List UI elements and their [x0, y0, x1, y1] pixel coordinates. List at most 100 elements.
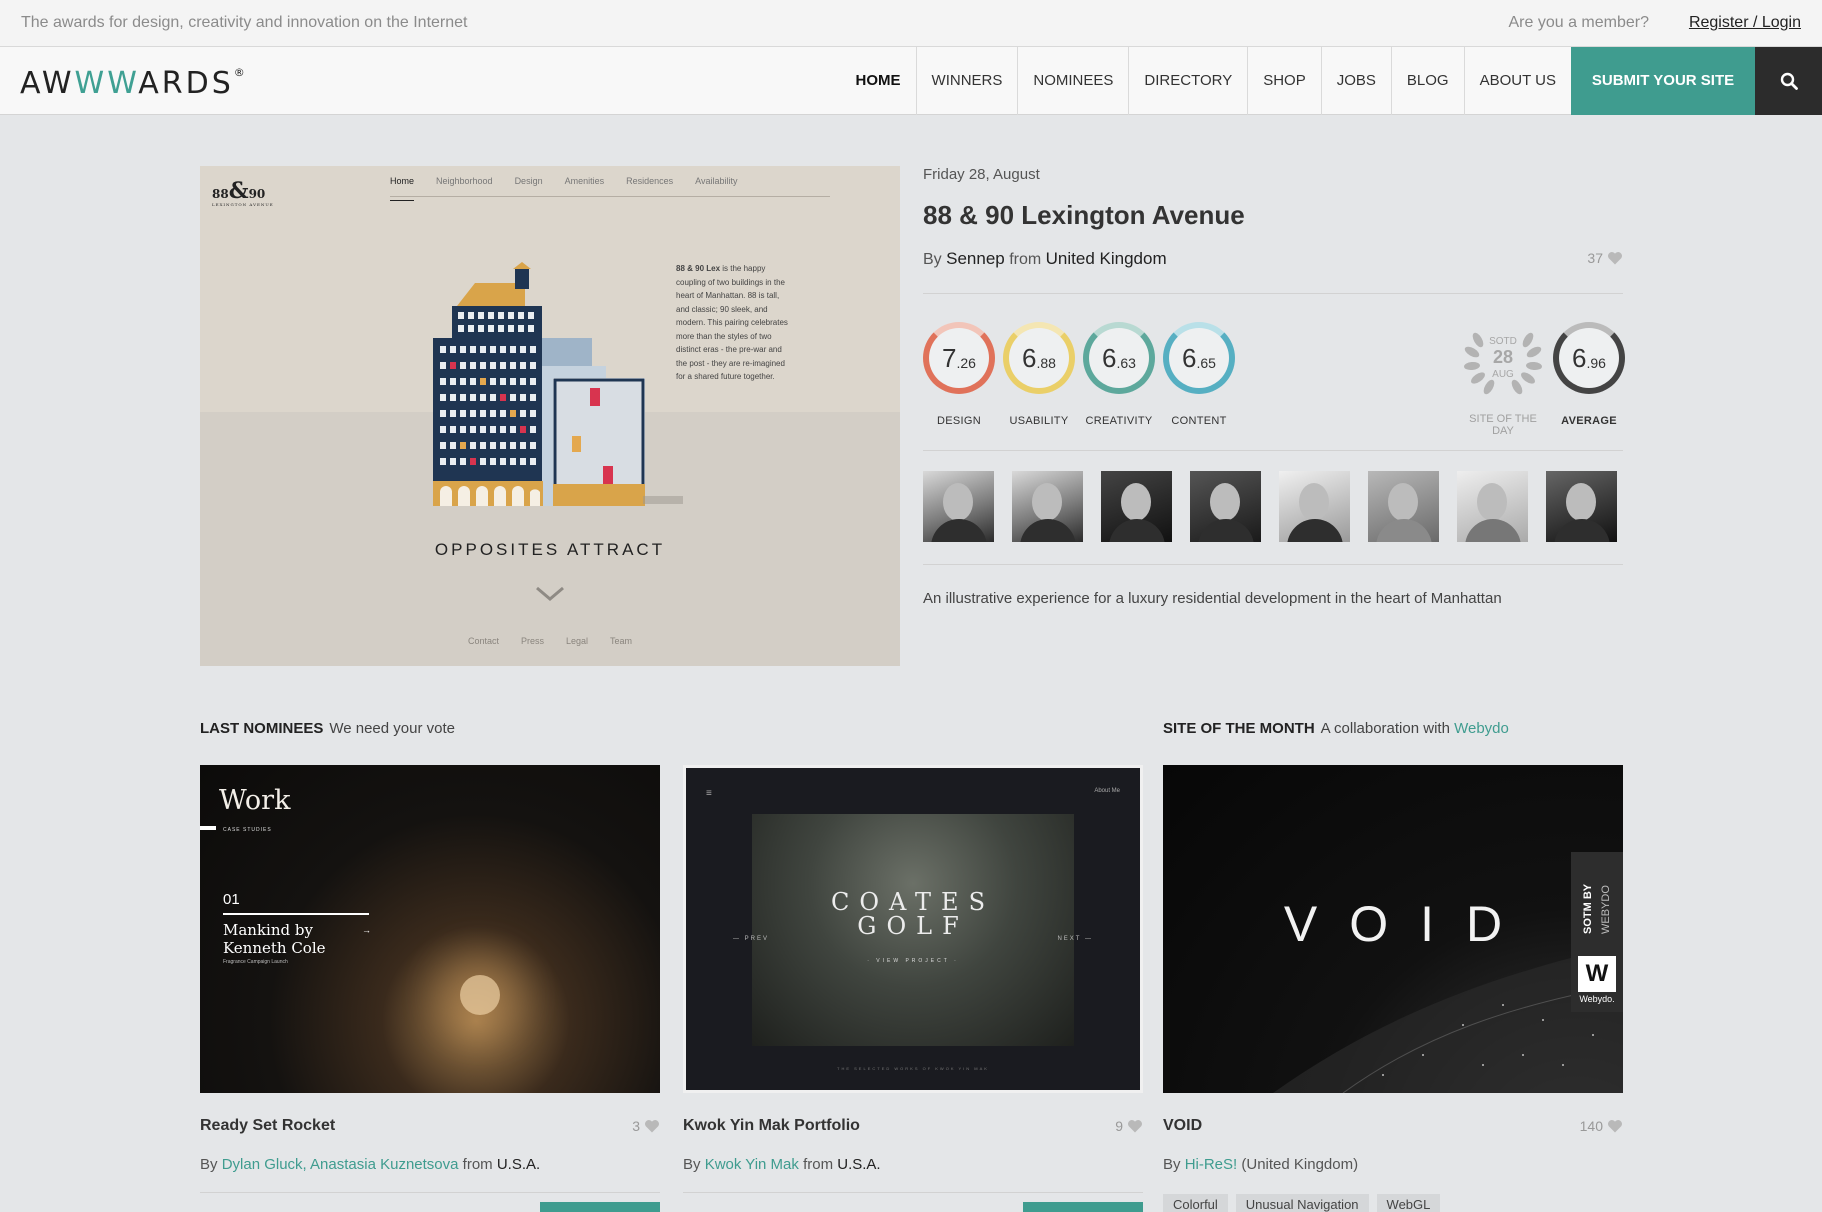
score-value: 7 [942, 342, 957, 373]
jury-avatar[interactable] [1012, 471, 1083, 542]
score-decimal: .88 [1036, 354, 1056, 371]
webydo-link[interactable]: Webydo [1454, 720, 1509, 737]
nav-home[interactable]: HOME [841, 47, 917, 115]
like-button[interactable]: 9 [1115, 1118, 1143, 1134]
sotd-top-text: SOTD [1489, 336, 1517, 347]
tag-list: Colorful Unusual Navigation WebGL [1163, 1194, 1441, 1212]
search-button[interactable] [1755, 47, 1822, 115]
by-label: By [200, 1156, 218, 1173]
nominee-byline: By Dylan Gluck, Anastasia Kuznetsova fro… [200, 1156, 540, 1173]
nav-blog[interactable]: BLOG [1392, 47, 1465, 115]
register-login-link[interactable]: Register / Login [1689, 14, 1801, 32]
jury-avatars [923, 471, 1617, 542]
nav-nominees[interactable]: NOMINEES [1018, 47, 1130, 115]
from-label: from [1009, 251, 1042, 268]
heart-icon [1128, 1120, 1142, 1133]
nav-directory[interactable]: DIRECTORY [1129, 47, 1249, 115]
tag[interactable]: WebGL [1376, 1194, 1441, 1212]
score-decimal: .96 [1586, 354, 1606, 371]
sotm-card: VOID SOTM BY WEBYDO W Webydo. VOID 140 B… [1163, 765, 1623, 1212]
jury-avatar[interactable] [1101, 471, 1172, 542]
nominee-name[interactable]: Ready Set Rocket [200, 1117, 335, 1135]
author-link[interactable]: Sennep [946, 249, 1005, 268]
score-label: CREATIVITY [1085, 415, 1153, 427]
thumb-bar [200, 826, 216, 830]
country-link[interactable]: U.S.A. [497, 1156, 540, 1173]
divider [683, 1192, 1143, 1193]
vote-button-strip[interactable] [540, 1202, 660, 1212]
screenshot-footer-link: Contact [467, 636, 499, 646]
nominee-thumbnail[interactable]: ≡ About Me COATES GOLF · VIEW PROJECT · —… [683, 765, 1143, 1093]
author-link[interactable]: Hi-ReS! [1185, 1156, 1238, 1173]
sotm-badge: SOTM BY WEBYDO W Webydo. [1571, 852, 1623, 1012]
member-prompt: Are you a member? [1508, 14, 1649, 31]
score-label: AVERAGE [1561, 415, 1617, 427]
vote-button-strip[interactable] [1023, 1202, 1143, 1212]
country-label: (United Kingdom) [1241, 1156, 1359, 1173]
score-label: USABILITY [1009, 415, 1069, 427]
sotm-name[interactable]: VOID [1163, 1117, 1202, 1135]
logo-text-pre: AW [20, 66, 75, 101]
score-decimal: .63 [1116, 354, 1136, 371]
sotd-day: 28 [1492, 347, 1514, 367]
site-title[interactable]: 88 & 90 Lexington Avenue [923, 200, 1245, 231]
jury-avatar[interactable] [1546, 471, 1617, 542]
thumb-about: About Me [1094, 788, 1120, 794]
tagline: The awards for design, creativity and in… [21, 14, 468, 31]
nav-jobs[interactable]: JOBS [1322, 47, 1392, 115]
jury-avatar[interactable] [1190, 471, 1261, 542]
award-date: Friday 28, August [923, 166, 1040, 183]
main-header: AWWWARDS® HOME WINNERS NOMINEES DIRECTOR… [0, 47, 1822, 115]
nominee-byline: By Kwok Yin Mak from U.S.A. [683, 1156, 881, 1173]
thumb-line [223, 913, 369, 915]
jury-avatar[interactable] [923, 471, 994, 542]
nav-about-us[interactable]: ABOUT US [1465, 47, 1571, 115]
score-design: 7.26 DESIGN [923, 322, 995, 427]
thumb-next: NEXT — [1057, 936, 1093, 942]
screenshot-blurb: 88 & 90 Lex is the happy coupling of two… [676, 262, 794, 384]
nominee-name[interactable]: Kwok Yin Mak Portfolio [683, 1117, 860, 1135]
awwwards-logo[interactable]: AWWWARDS® [20, 66, 248, 101]
like-count: 37 [1587, 250, 1603, 266]
tag[interactable]: Unusual Navigation [1235, 1194, 1369, 1212]
thumb-sub: CASE STUDIES [223, 827, 272, 833]
submit-your-site-button[interactable]: SUBMIT YOUR SITE [1571, 47, 1755, 115]
jury-avatar[interactable] [1457, 471, 1528, 542]
author-link[interactable]: Dylan Gluck, Anastasia Kuznetsova [222, 1156, 459, 1173]
thumb-inner: ≡ About Me COATES GOLF · VIEW PROJECT · —… [686, 768, 1140, 1090]
sotd-badge: SOTD 28 AUG SITE OF THE DAY [1460, 320, 1546, 437]
featured-site-screenshot[interactable]: 88&90 LEXINGTON AVENUE Home Neighborhood … [200, 166, 900, 666]
nav-winners[interactable]: WINNERS [917, 47, 1019, 115]
heart-icon [645, 1120, 659, 1133]
country-link[interactable]: United Kingdom [1046, 249, 1167, 268]
like-count: 9 [1115, 1118, 1123, 1134]
site-byline: By Sennep from United Kingdom [923, 249, 1167, 269]
tag[interactable]: Colorful [1163, 1194, 1228, 1212]
like-button[interactable]: 37 [1587, 250, 1623, 266]
thumb-title: COATES GOLF [686, 890, 1140, 938]
screenshot-footer-link: Press [520, 636, 544, 646]
from-label: from [462, 1156, 493, 1173]
jury-avatar[interactable] [1368, 471, 1439, 542]
like-button[interactable]: 3 [632, 1118, 660, 1134]
divider [200, 1192, 660, 1193]
thumb-title-line: GOLF [857, 912, 969, 940]
score-label: DESIGN [937, 415, 981, 427]
screenshot-footer-link: Legal [566, 636, 589, 646]
score-value: 6 [1102, 342, 1117, 373]
author-link[interactable]: Kwok Yin Mak [705, 1156, 799, 1173]
score-usability: 6.88 USABILITY [1003, 322, 1075, 427]
like-button[interactable]: 140 [1580, 1118, 1623, 1134]
thumb-view-project: · VIEW PROJECT · [867, 958, 959, 964]
nav-shop[interactable]: SHOP [1248, 47, 1322, 115]
nominee-thumbnail[interactable]: Work CASE STUDIES 01 Mankind by Kenneth C… [200, 765, 660, 1093]
badge-bold: SOTM BY [1582, 883, 1594, 934]
nominee-card: ≡ About Me COATES GOLF · VIEW PROJECT · —… [683, 765, 1143, 1212]
screenshot-footer-link: Team [610, 636, 633, 646]
score-decimal: .26 [956, 354, 976, 371]
site-of-the-month-heading: SITE OF THE MONTH A collaboration with We… [1163, 720, 1509, 737]
country-link[interactable]: U.S.A. [837, 1156, 880, 1173]
logo-text-accent: WW [74, 66, 139, 101]
jury-avatar[interactable] [1279, 471, 1350, 542]
sotm-thumbnail[interactable]: VOID SOTM BY WEBYDO W Webydo. [1163, 765, 1623, 1093]
